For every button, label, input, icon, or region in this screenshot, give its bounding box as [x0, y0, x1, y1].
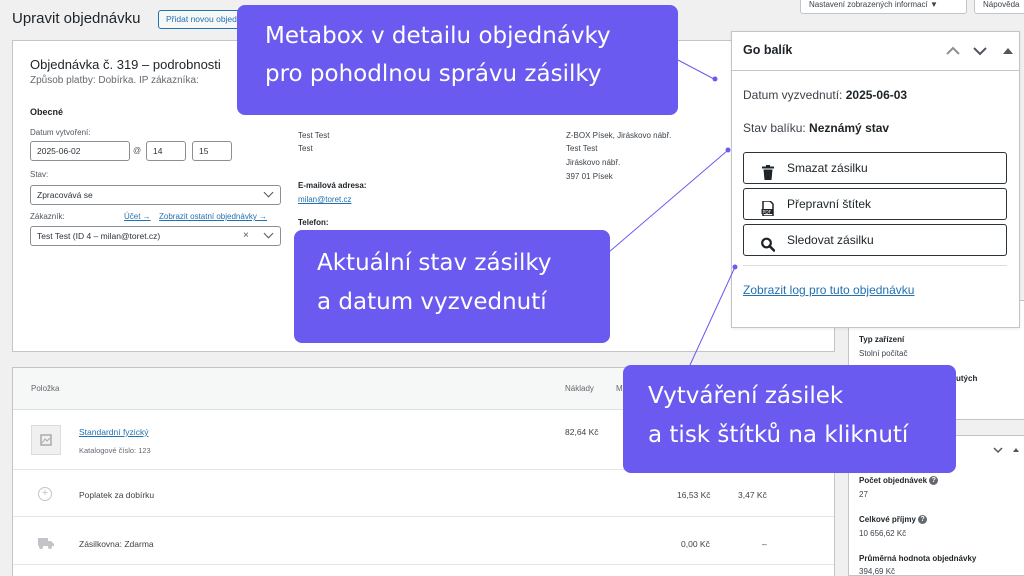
package-status-value: Neznámý stav: [809, 121, 890, 135]
gobalik-title: Go balík: [743, 43, 793, 57]
partial-label: utých: [956, 374, 978, 383]
product-thumbnail-icon: [31, 425, 61, 455]
callout-text: Vytváření zásilek: [648, 383, 844, 409]
help-icon[interactable]: ?: [929, 476, 939, 486]
gobalik-divider: [743, 265, 1007, 266]
row-divider: [13, 564, 834, 565]
email-label: E-mailová adresa:: [298, 181, 367, 190]
clear-icon[interactable]: ×: [243, 227, 249, 245]
callout-shipments: Vytváření zásilek a tisk štítků na klikn…: [623, 365, 956, 473]
customer-select[interactable]: Test Test (ID 4 – milan@toret.cz) ×: [30, 226, 281, 246]
shipping-line-4: 397 01 Písek: [566, 172, 613, 181]
trash-icon: [761, 161, 775, 180]
shipping-name: Zásilkovna: Zdarma: [79, 539, 154, 549]
revenue-value: 10 656,62 Kč: [859, 529, 907, 538]
delete-shipment-button[interactable]: Smazat zásilku: [743, 152, 1007, 184]
search-icon: [761, 233, 776, 252]
help-tab[interactable]: Nápověda: [974, 0, 1024, 14]
toggle-panel-icon[interactable]: [1000, 44, 1016, 58]
shipping-line-2: Test Test: [566, 144, 598, 153]
row-divider: [13, 516, 834, 517]
add-fee-icon: +: [38, 487, 52, 501]
page-title: Upravit objednávku: [12, 10, 141, 27]
shipping-line-3: Jiráskovo nábř.: [566, 158, 621, 167]
track-shipment-button[interactable]: Sledovat zásilku: [743, 224, 1007, 256]
callout-metabox: Metabox v detailu objednávky pro pohodln…: [237, 5, 678, 115]
customer-label: Zákazník:: [30, 212, 65, 221]
chevron-down-icon: [263, 228, 274, 239]
status-select-value: Zpracovává se: [37, 190, 93, 200]
billing-name-2: Test: [298, 144, 313, 153]
shipping-total: 0,00 Kč: [681, 539, 710, 549]
add-new-order-button[interactable]: Přidat novou objednávku: [158, 10, 248, 29]
callout-status: Aktuální stav zásilky a datum vyzvednutí: [294, 230, 610, 343]
callout-text: Metabox v detailu objednávky: [265, 23, 611, 49]
avg-order-label: Průměrná hodnota objednávky: [859, 554, 977, 563]
billing-name-1: Test Test: [298, 131, 330, 140]
account-link[interactable]: Účet →: [124, 212, 151, 221]
chevron-down-icon[interactable]: [972, 44, 988, 58]
show-log-link[interactable]: Zobrazit log pro tuto objednávku: [743, 283, 914, 297]
pickup-date-value: 2025-06-03: [845, 88, 908, 102]
pdf-file-icon: PDF: [761, 197, 775, 217]
shipping-line-1: Z-BOX Písek, Jiráskovo nábř.: [566, 131, 672, 140]
device-type-value: Stolní počítač: [859, 349, 908, 358]
fee-name: Poplatek za dobírku: [79, 490, 155, 500]
chevron-down-icon: [263, 187, 274, 198]
device-type-label: Typ zařízení: [859, 335, 905, 344]
date-created-label: Datum vytvoření:: [30, 128, 91, 137]
shipping-label-button[interactable]: PDF Přepravní štítek: [743, 188, 1007, 220]
general-heading: Obecné: [30, 107, 64, 117]
collapse-arrow-icon[interactable]: [1011, 442, 1021, 452]
callout-text: pro pohodlnou správu zásilky: [265, 61, 602, 87]
col-qty-header: M: [616, 384, 623, 393]
status-select[interactable]: Zpracovává se: [30, 185, 281, 205]
at-separator: @: [133, 146, 142, 155]
chevron-up-icon[interactable]: [945, 44, 961, 58]
avg-order-value: 394,69 Kč: [859, 567, 896, 576]
other-orders-link[interactable]: Zobrazit ostatní objednávky →: [159, 212, 267, 221]
screen-options-tab[interactable]: Nastavení zobrazených informací ▼: [800, 0, 967, 14]
item-cost: 82,64 Kč: [565, 427, 599, 437]
callout-text: Aktuální stav zásilky: [317, 250, 552, 276]
callout-text: a tisk štítků na kliknutí: [648, 422, 909, 448]
revenue-label: Celkové příjmy ?: [859, 513, 928, 526]
truck-icon: [38, 536, 54, 549]
email-link[interactable]: milan@toret.cz: [298, 193, 351, 206]
order-meta: Způsob platby: Dobírka. IP zákazníka:: [30, 75, 199, 86]
chevron-down-icon[interactable]: [993, 442, 1003, 454]
callout-text: a datum vyzvednutí: [317, 289, 547, 315]
order-title: Objednávka č. 319 – podrobnosti: [30, 57, 221, 72]
customer-select-value: Test Test (ID 4 – milan@toret.cz): [37, 231, 161, 241]
item-name-link[interactable]: Standardní fyzický: [79, 427, 148, 437]
status-label: Stav:: [30, 170, 49, 179]
package-status-line: Stav balíku: Neznámý stav: [743, 121, 890, 135]
date-created-input[interactable]: 2025-06-02: [30, 141, 130, 161]
fee-tax: 3,47 Kč: [738, 490, 767, 500]
orders-count-label: Počet objednávek ?: [859, 474, 939, 487]
item-sku: Katalogové číslo: 123: [79, 446, 151, 455]
minute-input[interactable]: 15: [192, 141, 232, 161]
col-cost-header: Náklady: [565, 384, 594, 393]
pickup-date-line: Datum vyzvednutí: 2025-06-03: [743, 88, 908, 102]
shipping-tax: –: [762, 539, 767, 549]
fee-total: 16,53 Kč: [677, 490, 711, 500]
col-item-header: Položka: [31, 384, 60, 393]
help-icon[interactable]: ?: [918, 515, 928, 525]
phone-label: Telefon:: [298, 218, 329, 227]
orders-count-value: 27: [859, 490, 868, 499]
svg-text:PDF: PDF: [763, 209, 772, 215]
hour-input[interactable]: 14: [146, 141, 186, 161]
